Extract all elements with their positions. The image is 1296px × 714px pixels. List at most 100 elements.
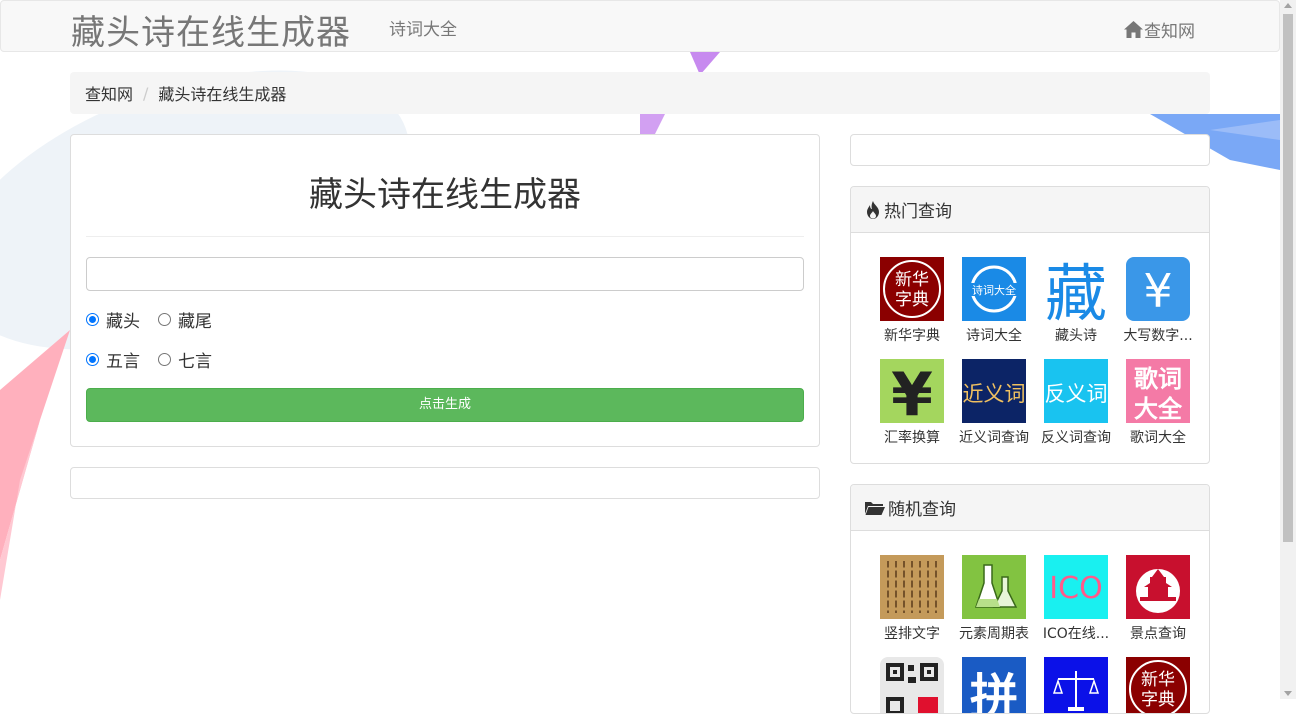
tile-vertical-text[interactable]: 竖排文字 [871, 555, 953, 643]
nav-home-link[interactable]: 查知网 [1124, 17, 1195, 42]
pinyin-icon[interactable]: 拼 [962, 657, 1026, 714]
breadcrumb: 查知网 / 藏头诗在线生成器 [70, 72, 1210, 114]
svg-text:¥: ¥ [1143, 264, 1172, 318]
exchange-rate-icon[interactable]: ¥ [880, 359, 944, 423]
svg-text:字典: 字典 [1141, 690, 1175, 710]
radio-button[interactable] [86, 352, 99, 366]
svg-text:藏: 藏 [1045, 257, 1107, 321]
tile-caption: 大写数字... [1123, 328, 1193, 344]
fire-icon [867, 200, 879, 219]
hot-queries-title: 热门查询 [884, 202, 952, 222]
length-radio-group: 五言 七言 [86, 347, 804, 372]
scrollbar-thumb[interactable] [1283, 14, 1293, 542]
tile-caption: 景点查询 [1130, 626, 1186, 642]
tile-caption: ICO在线... [1042, 626, 1110, 642]
ico-icon[interactable]: ICO [1044, 555, 1108, 619]
nav-home-label: 查知网 [1144, 22, 1195, 42]
tile-lyrics[interactable]: 歌词 大全 歌词大全 [1117, 359, 1199, 447]
xinhua-dictionary-icon[interactable]: 新华 字典 [1126, 657, 1190, 713]
svg-text:新华: 新华 [1141, 670, 1175, 690]
tile-xinhua-dictionary-2[interactable]: 新华 字典 [1117, 657, 1199, 713]
tile-poetry[interactable]: 诗词大全 诗词大全 [953, 257, 1035, 345]
hot-queries-panel: 热门查询 新华 字典 新华字典 诗词大全 诗词大全 藏 藏头诗 ¥ 大写数字... [850, 186, 1210, 464]
tile-scenic-spot[interactable]: 景点查询 [1117, 555, 1199, 643]
random-queries-header: 随机查询 [851, 485, 1209, 531]
radio-label: 藏头 [106, 311, 140, 332]
nav-link-poetry[interactable]: 诗词大全 [389, 15, 457, 40]
xinhua-dictionary-icon[interactable]: 新华 字典 [880, 257, 944, 321]
radio-option-five[interactable]: 五言 [86, 347, 140, 372]
folder-open-icon [865, 501, 885, 515]
breadcrumb-current: 藏头诗在线生成器 [158, 85, 287, 104]
generate-button[interactable]: 点击生成 [86, 388, 804, 422]
page-title: 藏头诗在线生成器 [86, 135, 804, 237]
empty-panel-result [70, 467, 820, 499]
tile-antonym[interactable]: 反义词 反义词查询 [1035, 359, 1117, 447]
svg-text:诗词大全: 诗词大全 [972, 283, 1016, 297]
empty-panel-ad [850, 134, 1210, 166]
vertical-scrollbar[interactable] [1280, 0, 1296, 699]
svg-text:反义词: 反义词 [1045, 382, 1108, 406]
tile-synonym[interactable]: 近义词 近义词查询 [953, 359, 1035, 447]
flask-icon[interactable] [962, 555, 1026, 619]
qr-code-icon[interactable] [880, 657, 944, 713]
svg-text:歌词: 歌词 [1134, 365, 1182, 393]
vertical-text-icon[interactable] [880, 555, 944, 619]
breadcrumb-home[interactable]: 查知网 [85, 81, 133, 105]
svg-text:¥: ¥ [891, 360, 933, 423]
svg-text:新华: 新华 [895, 270, 929, 290]
top-navbar: 藏头诗在线生成器 诗词大全 查知网 [0, 0, 1280, 54]
svg-text:ICO: ICO [1049, 571, 1102, 606]
temple-icon[interactable] [1126, 555, 1190, 619]
scroll-down-icon[interactable] [1284, 691, 1292, 696]
site-brand[interactable]: 藏头诗在线生成器 [71, 5, 351, 54]
tile-caption: 诗词大全 [966, 328, 1022, 344]
svg-text:大全: 大全 [1134, 395, 1183, 423]
tile-ico[interactable]: ICO ICO在线... [1035, 555, 1117, 643]
random-queries-grid: 竖排文字 元素周期表 ICO ICO在线... 景点查询 拼 新华 字典 [851, 531, 1209, 714]
breadcrumb-separator: / [143, 83, 149, 103]
synonym-icon[interactable]: 近义词 [962, 359, 1026, 423]
poetry-icon[interactable]: 诗词大全 [962, 257, 1026, 321]
poem-head-input[interactable] [86, 257, 804, 291]
tile-cangtoushi[interactable]: 藏 藏头诗 [1035, 257, 1117, 345]
tile-uppercase-number[interactable]: ¥ 大写数字... [1117, 257, 1199, 345]
lyrics-icon[interactable]: 歌词 大全 [1126, 359, 1190, 423]
tile-caption: 歌词大全 [1130, 430, 1186, 446]
tile-caption: 新华字典 [884, 328, 940, 344]
home-icon [1124, 21, 1143, 38]
tile-caption: 近义词查询 [959, 430, 1029, 446]
radio-button[interactable] [86, 312, 99, 326]
hot-queries-header: 热门查询 [851, 187, 1209, 233]
random-queries-panel: 随机查询 竖排文字 元素周期表 ICO ICO在线... 景点查询 拼 新华 字… [850, 484, 1210, 714]
generator-panel: 藏头诗在线生成器 藏头 藏尾 五言 七言 点击生成 [70, 134, 820, 447]
tile-exchange-rate[interactable]: ¥ 汇率换算 [871, 359, 953, 447]
radio-label: 五言 [106, 351, 140, 372]
radio-option-head[interactable]: 藏头 [86, 307, 140, 332]
cangtoushi-icon[interactable]: 藏 [1044, 257, 1108, 321]
radio-label: 七言 [178, 351, 212, 372]
tile-caption: 藏头诗 [1055, 328, 1097, 344]
radio-option-seven[interactable]: 七言 [158, 347, 212, 372]
yen-icon[interactable]: ¥ [1126, 257, 1190, 321]
svg-text:近义词: 近义词 [963, 382, 1026, 406]
radio-option-tail[interactable]: 藏尾 [158, 307, 212, 332]
svg-text:字典: 字典 [895, 290, 929, 310]
tile-caption: 元素周期表 [959, 626, 1029, 642]
tile-pinyin[interactable]: 拼 [953, 657, 1035, 714]
tile-qr-code[interactable] [871, 657, 953, 713]
tile-scale[interactable] [1035, 657, 1117, 713]
tile-xinhua-dictionary[interactable]: 新华 字典 新华字典 [871, 257, 953, 345]
random-queries-title: 随机查询 [888, 500, 956, 520]
scale-icon[interactable] [1044, 657, 1108, 713]
scroll-up-icon[interactable] [1284, 3, 1292, 8]
position-radio-group: 藏头 藏尾 [86, 307, 804, 332]
svg-text:拼: 拼 [970, 669, 1018, 714]
radio-button[interactable] [158, 312, 171, 326]
tile-caption: 竖排文字 [884, 626, 940, 642]
tile-caption: 汇率换算 [884, 430, 940, 446]
hot-queries-grid: 新华 字典 新华字典 诗词大全 诗词大全 藏 藏头诗 ¥ 大写数字... ¥ 汇… [851, 233, 1209, 447]
antonym-icon[interactable]: 反义词 [1044, 359, 1108, 423]
radio-button[interactable] [158, 352, 171, 366]
tile-periodic-table[interactable]: 元素周期表 [953, 555, 1035, 643]
